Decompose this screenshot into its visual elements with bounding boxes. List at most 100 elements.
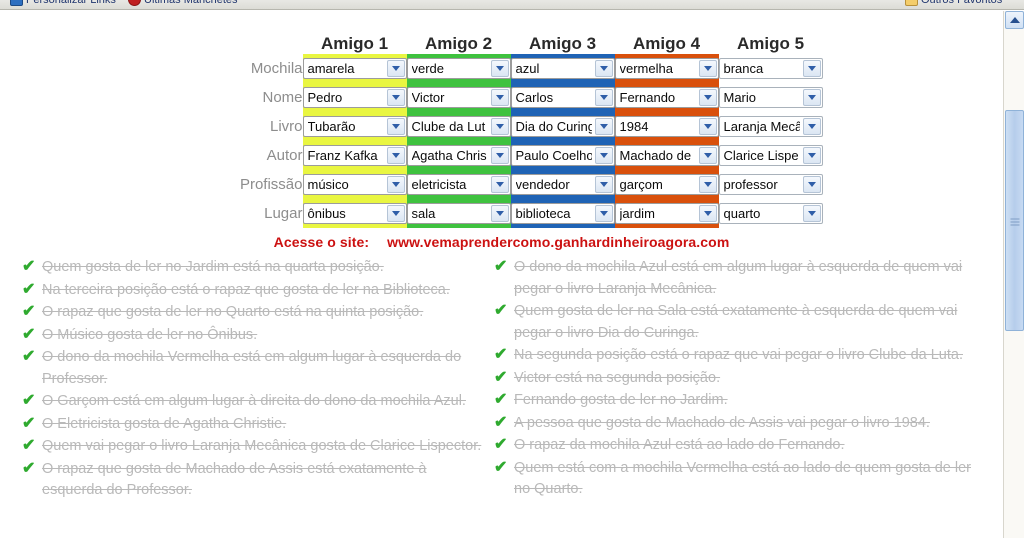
select-amigo-3-livro[interactable]: Dia do Curing [510,116,615,137]
select-value: Laranja Mecâ [723,119,800,134]
chevron-down-icon[interactable] [386,89,405,106]
select-value: Agatha Chris [411,148,487,163]
select-amigo-1-livro[interactable]: Tubarão [302,116,407,137]
chevron-down-icon[interactable] [594,89,613,106]
select-amigo-4-lugar[interactable]: jardim [614,203,719,224]
chevron-down-icon[interactable] [490,176,509,193]
bookmark-item-outros-favoritos[interactable]: Outros Favoritos [905,0,1002,6]
select-amigo-5-lugar[interactable]: quarto [718,203,823,224]
select-amigo-1-mochila[interactable]: amarela [302,58,407,79]
select-value: biblioteca [515,206,571,221]
cell-amigo-5-lugar: quarto [718,199,823,228]
chevron-down-icon[interactable] [594,147,613,164]
chevron-down-icon[interactable] [594,60,613,77]
vertical-scroll-thumb[interactable] [1005,110,1024,331]
select-value: Paulo Coelho [515,148,592,163]
chevron-down-icon[interactable] [490,89,509,106]
clue-text: Na terceira posição está o rapaz que gos… [42,281,450,298]
select-amigo-2-profissao[interactable]: eletricista [406,174,511,195]
select-amigo-4-livro[interactable]: 1984 [614,116,719,137]
chevron-down-icon[interactable] [594,176,613,193]
chevron-down-icon[interactable] [386,205,405,222]
chevron-down-icon[interactable] [386,60,405,77]
select-amigo-5-livro[interactable]: Laranja Mecâ [718,116,823,137]
bookmark-label: Personalizar Links [26,0,116,6]
cell-amigo-5-mochila: branca [718,54,823,83]
grid-header-row: Amigo 1 Amigo 2 Amigo 3 Amigo 4 Amigo 5 [181,25,823,54]
cell-amigo-4-nome: Fernando [614,83,719,112]
promo-url[interactable]: www.vemaprendercomo.ganhardinheiroagora.… [387,234,729,250]
cell-amigo-1-mochila: amarela [302,54,407,83]
chevron-down-icon[interactable] [490,147,509,164]
column-header-amigo-4: Amigo 4 [632,34,701,53]
chevron-down-icon[interactable] [802,176,821,193]
select-value: ônibus [307,206,346,221]
select-amigo-5-profissao[interactable]: professor [718,174,823,195]
vertical-scrollbar[interactable] [1003,11,1024,538]
chevron-down-icon[interactable] [802,205,821,222]
select-amigo-4-nome[interactable]: Fernando [614,87,719,108]
chevron-down-icon[interactable] [386,176,405,193]
row-label-autor: Autor [266,147,303,164]
select-amigo-5-autor[interactable]: Clarice Lispe [718,145,823,166]
chevron-down-icon[interactable] [594,205,613,222]
table-row: Profissão músico eletricista vendedor ga… [181,170,823,199]
chevron-down-icon[interactable] [490,118,509,135]
column-header-amigo-2: Amigo 2 [424,34,493,53]
row-label-lugar: Lugar [264,205,303,222]
bookmark-item-personalizar[interactable]: Personalizar Links [10,0,116,6]
list-item: ✔ Quem gosta de ler na Sala está exatamen… [494,301,976,344]
list-item: ✔ O Garçom está em algum lugar à direita … [22,391,488,413]
check-mark-icon: ✔ [22,348,36,365]
select-amigo-1-profissao[interactable]: músico [302,174,407,195]
chevron-down-icon[interactable] [490,60,509,77]
chevron-down-icon[interactable] [698,60,717,77]
list-item: ✔ Quem vai pegar o livro Laranja Mecânica… [22,436,488,458]
clue-text: O dono da mochila Azul está em algum lug… [514,259,963,297]
scroll-thumb-grip [1010,216,1019,225]
chevron-down-icon[interactable] [594,118,613,135]
select-amigo-5-mochila[interactable]: branca [718,58,823,79]
select-amigo-4-mochila[interactable]: vermelha [614,58,719,79]
select-value: Tubarão [307,119,356,134]
cell-amigo-3-nome: Carlos [510,83,615,112]
select-amigo-4-profissao[interactable]: garçom [614,174,719,195]
chevron-down-icon[interactable] [802,147,821,164]
bookmark-item-manchetes[interactable]: Últimas Manchetes [128,0,238,6]
cell-amigo-3-profissao: vendedor [510,170,615,199]
check-mark-icon: ✔ [494,346,508,363]
check-mark-icon: ✔ [494,436,508,453]
chevron-down-icon[interactable] [698,89,717,106]
chevron-down-icon[interactable] [386,118,405,135]
clue-text: O rapaz que gosta de ler no Quarto está … [42,304,424,320]
select-amigo-3-mochila[interactable]: azul [510,58,615,79]
chevron-down-icon[interactable] [698,176,717,193]
select-amigo-3-lugar[interactable]: biblioteca [510,203,615,224]
select-amigo-1-nome[interactable]: Pedro [302,87,407,108]
chevron-down-icon[interactable] [698,118,717,135]
select-amigo-2-nome[interactable]: Victor [406,87,511,108]
chevron-down-icon[interactable] [802,118,821,135]
scroll-up-arrow-icon[interactable] [1005,11,1024,29]
bookmark-folder-icon [905,0,918,6]
select-amigo-5-nome[interactable]: Mario [718,87,823,108]
select-amigo-2-autor[interactable]: Agatha Chris [406,145,511,166]
select-amigo-2-livro[interactable]: Clube da Lut [406,116,511,137]
chevron-down-icon[interactable] [802,89,821,106]
column-header-amigo-1: Amigo 1 [320,34,389,53]
select-amigo-2-mochila[interactable]: verde [406,58,511,79]
chevron-down-icon[interactable] [698,205,717,222]
chevron-down-icon[interactable] [802,60,821,77]
select-amigo-2-lugar[interactable]: sala [406,203,511,224]
select-value: garçom [619,177,663,192]
select-amigo-1-lugar[interactable]: ônibus [302,203,407,224]
select-amigo-3-autor[interactable]: Paulo Coelho [510,145,615,166]
select-amigo-3-nome[interactable]: Carlos [510,87,615,108]
chevron-down-icon[interactable] [698,147,717,164]
select-amigo-3-profissao[interactable]: vendedor [510,174,615,195]
list-item: ✔ O Eletricista gosta de Agatha Christie. [22,414,488,436]
select-amigo-4-autor[interactable]: Machado de [614,145,719,166]
select-amigo-1-autor[interactable]: Franz Kafka [302,145,407,166]
chevron-down-icon[interactable] [490,205,509,222]
chevron-down-icon[interactable] [386,147,405,164]
